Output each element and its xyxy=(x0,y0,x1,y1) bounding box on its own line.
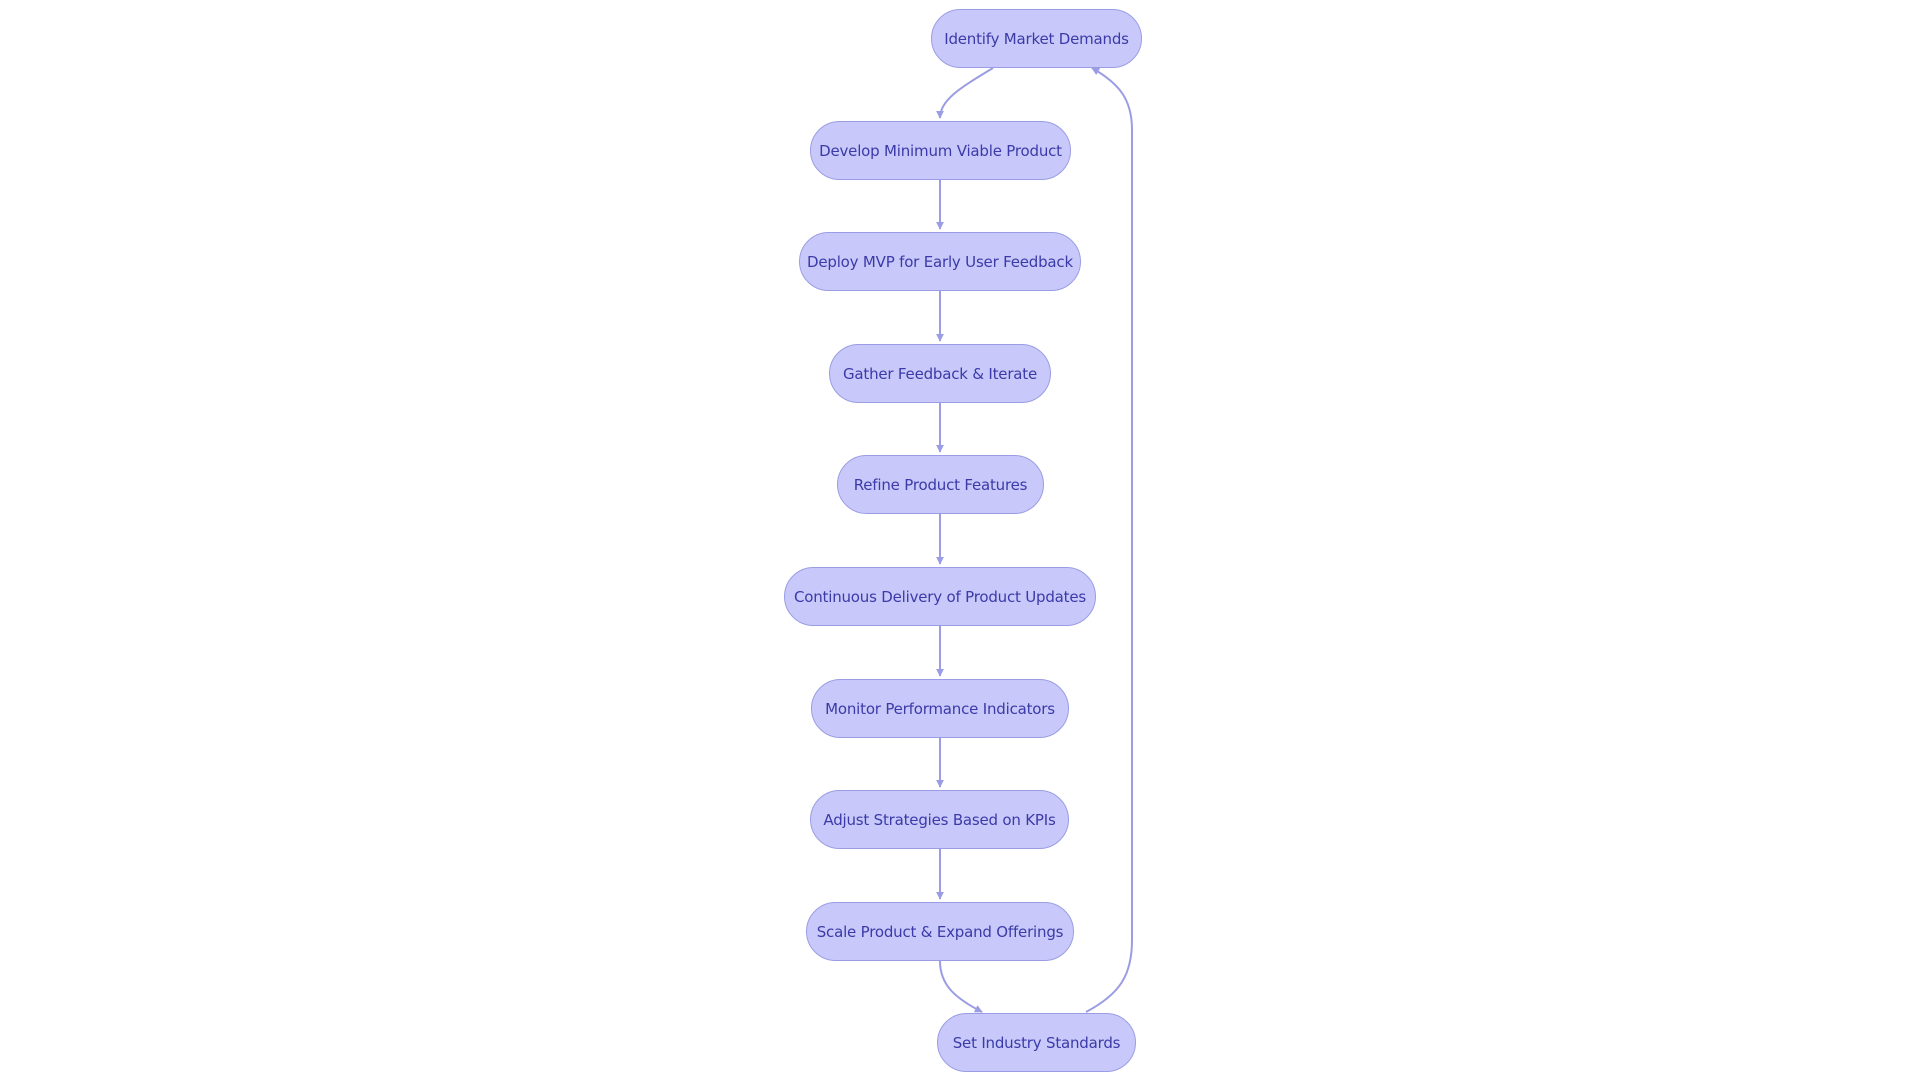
node-deploy-mvp[interactable]: Deploy MVP for Early User Feedback xyxy=(799,232,1081,291)
node-label: Develop Minimum Viable Product xyxy=(819,141,1062,160)
edge-n9-n10 xyxy=(939,960,983,1013)
node-label: Gather Feedback & Iterate xyxy=(842,364,1038,383)
node-label: Continuous Delivery of Product Updates xyxy=(793,587,1086,606)
node-refine-features[interactable]: Refine Product Features xyxy=(837,455,1044,514)
node-adjust-strategies[interactable]: Adjust Strategies Based on KPIs xyxy=(810,790,1069,849)
node-identify-market-demands[interactable]: Identify Market Demands xyxy=(931,9,1142,68)
edge-n1-n2 xyxy=(936,67,994,119)
edge-n10-n1 xyxy=(1085,67,1133,1013)
node-label: Refine Product Features xyxy=(853,475,1028,494)
node-gather-feedback[interactable]: Gather Feedback & Iterate xyxy=(829,344,1051,403)
node-set-industry-standards[interactable]: Set Industry Standards xyxy=(937,1013,1136,1072)
node-label: Set Industry Standards xyxy=(952,1033,1121,1052)
node-continuous-delivery[interactable]: Continuous Delivery of Product Updates xyxy=(784,567,1096,626)
node-label: Scale Product & Expand Offerings xyxy=(816,922,1064,941)
node-develop-mvp[interactable]: Develop Minimum Viable Product xyxy=(810,121,1071,180)
node-scale-product[interactable]: Scale Product & Expand Offerings xyxy=(806,902,1074,961)
node-monitor-kpis[interactable]: Monitor Performance Indicators xyxy=(811,679,1069,738)
node-label: Deploy MVP for Early User Feedback xyxy=(807,252,1073,271)
node-label: Identify Market Demands xyxy=(944,29,1129,48)
node-label: Adjust Strategies Based on KPIs xyxy=(823,810,1056,829)
node-label: Monitor Performance Indicators xyxy=(825,699,1055,718)
